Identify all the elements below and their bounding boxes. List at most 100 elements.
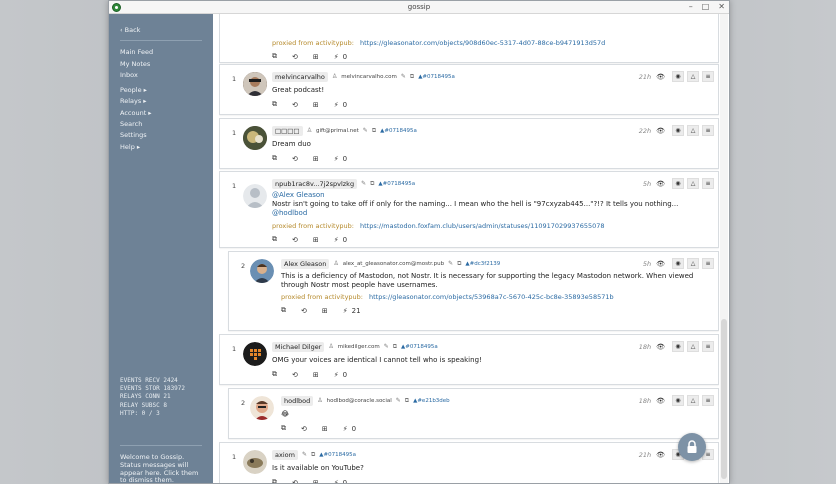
eye-icon[interactable]: 👁: [656, 180, 665, 188]
repost-icon[interactable]: ⟲: [301, 307, 307, 315]
proxied-url-link[interactable]: https://gleasonator.com/objects/53968a7c…: [369, 293, 614, 301]
eye-icon[interactable]: 👁: [656, 343, 665, 351]
parent-tag-link[interactable]: ▲#e21b3deb: [413, 398, 450, 404]
copy-id-icon[interactable]: ⧉: [405, 397, 409, 405]
zap-icon[interactable]: ⚡: [343, 425, 348, 433]
minimize-button[interactable]: –: [689, 2, 693, 11]
edit-icon[interactable]: ✎: [396, 397, 401, 404]
alert-button[interactable]: △: [687, 125, 699, 136]
zap-icon[interactable]: ⚡: [334, 371, 339, 379]
menu-button[interactable]: ≡: [702, 125, 714, 136]
sidebar-item-help[interactable]: Help ▸: [120, 142, 202, 153]
copy-icon[interactable]: ⧉: [281, 306, 286, 315]
author-name[interactable]: □□□□: [272, 125, 303, 136]
author-name[interactable]: hodlbod: [281, 395, 314, 406]
copy-id-icon[interactable]: ⧉: [393, 343, 397, 351]
copy-id-icon[interactable]: ⧉: [410, 73, 414, 81]
reply-icon[interactable]: ⊞: [313, 53, 319, 61]
mention-link[interactable]: @Alex Gleason: [272, 191, 714, 200]
menu-button[interactable]: ≡: [702, 178, 714, 189]
menu-button[interactable]: ≡: [702, 341, 714, 352]
repost-icon[interactable]: ⟲: [292, 236, 298, 244]
edit-icon[interactable]: ✎: [448, 260, 453, 267]
sidebar-item-search[interactable]: Search: [120, 119, 202, 130]
eye-icon[interactable]: 👁: [656, 451, 665, 459]
author-name[interactable]: melvincarvalho: [272, 71, 328, 82]
edit-icon[interactable]: ✎: [401, 73, 406, 80]
copy-icon[interactable]: ⧉: [272, 235, 277, 244]
view-thread-button[interactable]: ◉: [672, 341, 684, 352]
scrollbar-thumb[interactable]: [721, 319, 727, 479]
edit-icon[interactable]: ✎: [363, 127, 368, 134]
edit-icon[interactable]: ✎: [302, 451, 307, 458]
proxied-url-link[interactable]: https://gleasonator.com/objects/908d60ec…: [360, 39, 605, 47]
copy-icon[interactable]: ⧉: [272, 154, 277, 163]
repost-icon[interactable]: ⟲: [292, 479, 298, 484]
parent-tag-link[interactable]: ▲#0718495a: [418, 74, 455, 80]
alert-button[interactable]: △: [687, 395, 699, 406]
reply-icon[interactable]: ⊞: [313, 236, 319, 244]
sidebar-item-main-feed[interactable]: Main Feed: [120, 47, 202, 58]
zap-icon[interactable]: ⚡: [334, 479, 339, 484]
close-button[interactable]: ✕: [718, 2, 725, 11]
copy-id-icon[interactable]: ⧉: [370, 180, 374, 188]
view-thread-button[interactable]: ◉: [672, 71, 684, 82]
reply-icon[interactable]: ⊞: [313, 371, 319, 379]
menu-button[interactable]: ≡: [702, 258, 714, 269]
copy-id-icon[interactable]: ⧉: [372, 127, 376, 135]
repost-icon[interactable]: ⟲: [292, 53, 298, 61]
status-message[interactable]: Welcome to Gossip. Status messages will …: [120, 453, 204, 484]
avatar[interactable]: [243, 72, 267, 96]
back-link[interactable]: ‹ Back: [120, 25, 202, 36]
author-name[interactable]: Michael Dilger: [272, 341, 325, 352]
edit-icon[interactable]: ✎: [361, 180, 366, 187]
alert-button[interactable]: △: [687, 71, 699, 82]
copy-id-icon[interactable]: ⧉: [311, 451, 315, 459]
parent-tag-link[interactable]: ▲#0718495a: [380, 128, 417, 134]
copy-icon[interactable]: ⧉: [272, 100, 277, 109]
reply-icon[interactable]: ⊞: [322, 307, 328, 315]
maximize-button[interactable]: □: [702, 2, 710, 11]
view-thread-button[interactable]: ◉: [672, 125, 684, 136]
zap-icon[interactable]: ⚡: [343, 307, 348, 315]
reply-icon[interactable]: ⊞: [313, 479, 319, 484]
mention-link[interactable]: @hodlbod: [272, 209, 714, 218]
eye-icon[interactable]: 👁: [656, 127, 665, 135]
sidebar-item-settings[interactable]: Settings: [120, 130, 202, 141]
repost-icon[interactable]: ⟲: [301, 425, 307, 433]
sidebar-item-account[interactable]: Account ▸: [120, 108, 202, 119]
parent-tag-link[interactable]: ▲#0718495a: [319, 452, 356, 458]
view-thread-button[interactable]: ◉: [672, 395, 684, 406]
edit-icon[interactable]: ✎: [384, 343, 389, 350]
zap-icon[interactable]: ⚡: [334, 53, 339, 61]
proxied-url-link[interactable]: https://mastodon.foxfam.club/users/admin…: [360, 222, 605, 230]
sidebar-item-relays[interactable]: Relays ▸: [120, 96, 202, 107]
sidebar-item-my-notes[interactable]: My Notes: [120, 59, 202, 70]
zap-icon[interactable]: ⚡: [334, 101, 339, 109]
copy-icon[interactable]: ⧉: [272, 52, 277, 61]
avatar[interactable]: [250, 259, 274, 283]
zap-icon[interactable]: ⚡: [334, 236, 339, 244]
sidebar-item-people[interactable]: People ▸: [120, 85, 202, 96]
reply-icon[interactable]: ⊞: [322, 425, 328, 433]
view-thread-button[interactable]: ◉: [672, 178, 684, 189]
author-name[interactable]: axiom: [272, 449, 298, 460]
author-name[interactable]: Alex Gleason: [281, 258, 330, 269]
lock-icon[interactable]: [678, 433, 706, 461]
alert-button[interactable]: △: [687, 258, 699, 269]
alert-button[interactable]: △: [687, 178, 699, 189]
menu-button[interactable]: ≡: [702, 71, 714, 82]
parent-tag-link[interactable]: ▲#0718495a: [401, 344, 438, 350]
avatar[interactable]: [243, 450, 267, 474]
eye-icon[interactable]: 👁: [656, 397, 665, 405]
parent-tag-link[interactable]: ▲#0718495a: [378, 181, 415, 187]
copy-id-icon[interactable]: ⧉: [457, 260, 461, 268]
alert-button[interactable]: △: [687, 341, 699, 352]
menu-button[interactable]: ≡: [702, 395, 714, 406]
copy-icon[interactable]: ⧉: [281, 424, 286, 433]
avatar[interactable]: [243, 126, 267, 150]
parent-tag-link[interactable]: ▲#dc3f2139: [465, 261, 500, 267]
eye-icon[interactable]: 👁: [656, 73, 665, 81]
repost-icon[interactable]: ⟲: [292, 371, 298, 379]
avatar[interactable]: [250, 396, 274, 420]
